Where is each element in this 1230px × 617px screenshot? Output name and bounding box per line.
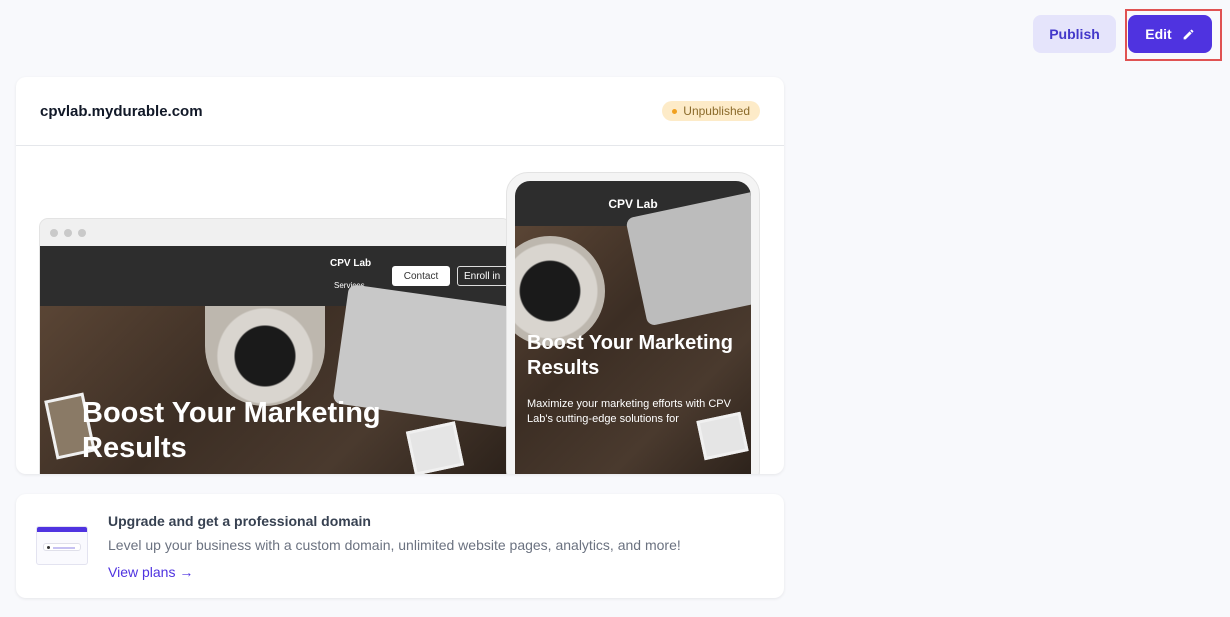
status-dot (672, 108, 678, 114)
status-badge: Unpublished (662, 101, 760, 121)
view-plans-link[interactable]: View plans → (108, 564, 193, 580)
window-dot (78, 228, 86, 237)
mobile-hero-subtitle: Maximize your marketing efforts with CPV… (527, 398, 731, 425)
photo-image (405, 421, 465, 474)
coffee-cup-image (515, 236, 605, 346)
status-badge-label: Unpublished (683, 104, 750, 118)
domain-illustration-icon (36, 526, 88, 565)
upgrade-card: Upgrade and get a professional domain Le… (16, 494, 784, 598)
site-card: cpvlab.mydurable.com Unpublished CPV Lab… (16, 77, 784, 474)
site-domain[interactable]: cpvlab.mydurable.com (40, 103, 203, 120)
top-toolbar: Publish Edit (1033, 15, 1212, 53)
desktop-hero-title: Boost Your Marketing Results (82, 397, 381, 464)
upgrade-title: Upgrade and get a professional domain (108, 513, 371, 529)
desktop-enroll-button: Enroll in (457, 266, 510, 286)
browser-chrome (40, 219, 510, 246)
site-card-header: cpvlab.mydurable.com Unpublished (16, 77, 784, 146)
mobile-hero-title: Boost Your Marketing Results (527, 332, 733, 379)
desktop-preview: CPV Lab Services Contact Enroll in Boost… (40, 219, 510, 474)
mobile-screen: CPV Lab ☰ Boost Your Marketing Results M… (515, 181, 751, 474)
mobile-brand: CPV Lab (608, 196, 658, 211)
window-dot (64, 228, 72, 237)
coffee-cup-image (205, 306, 325, 406)
edit-button[interactable]: Edit (1128, 15, 1212, 53)
edit-button-label: Edit (1145, 26, 1172, 42)
site-preview[interactable]: CPV Lab Services Contact Enroll in Boost… (16, 147, 784, 474)
publish-button[interactable]: Publish (1033, 15, 1116, 53)
upgrade-description: Level up your business with a custom dom… (108, 537, 681, 553)
address-field-illustration (43, 543, 81, 551)
desktop-brand: CPV Lab (330, 258, 372, 269)
desktop-hero-image: Boost Your Marketing Results (40, 284, 510, 474)
browser-bar (37, 527, 87, 532)
desktop-contact-button: Contact (392, 266, 450, 286)
window-dot (50, 228, 58, 237)
mobile-preview: CPV Lab ☰ Boost Your Marketing Results M… (506, 172, 760, 474)
pencil-icon (1183, 29, 1194, 39)
